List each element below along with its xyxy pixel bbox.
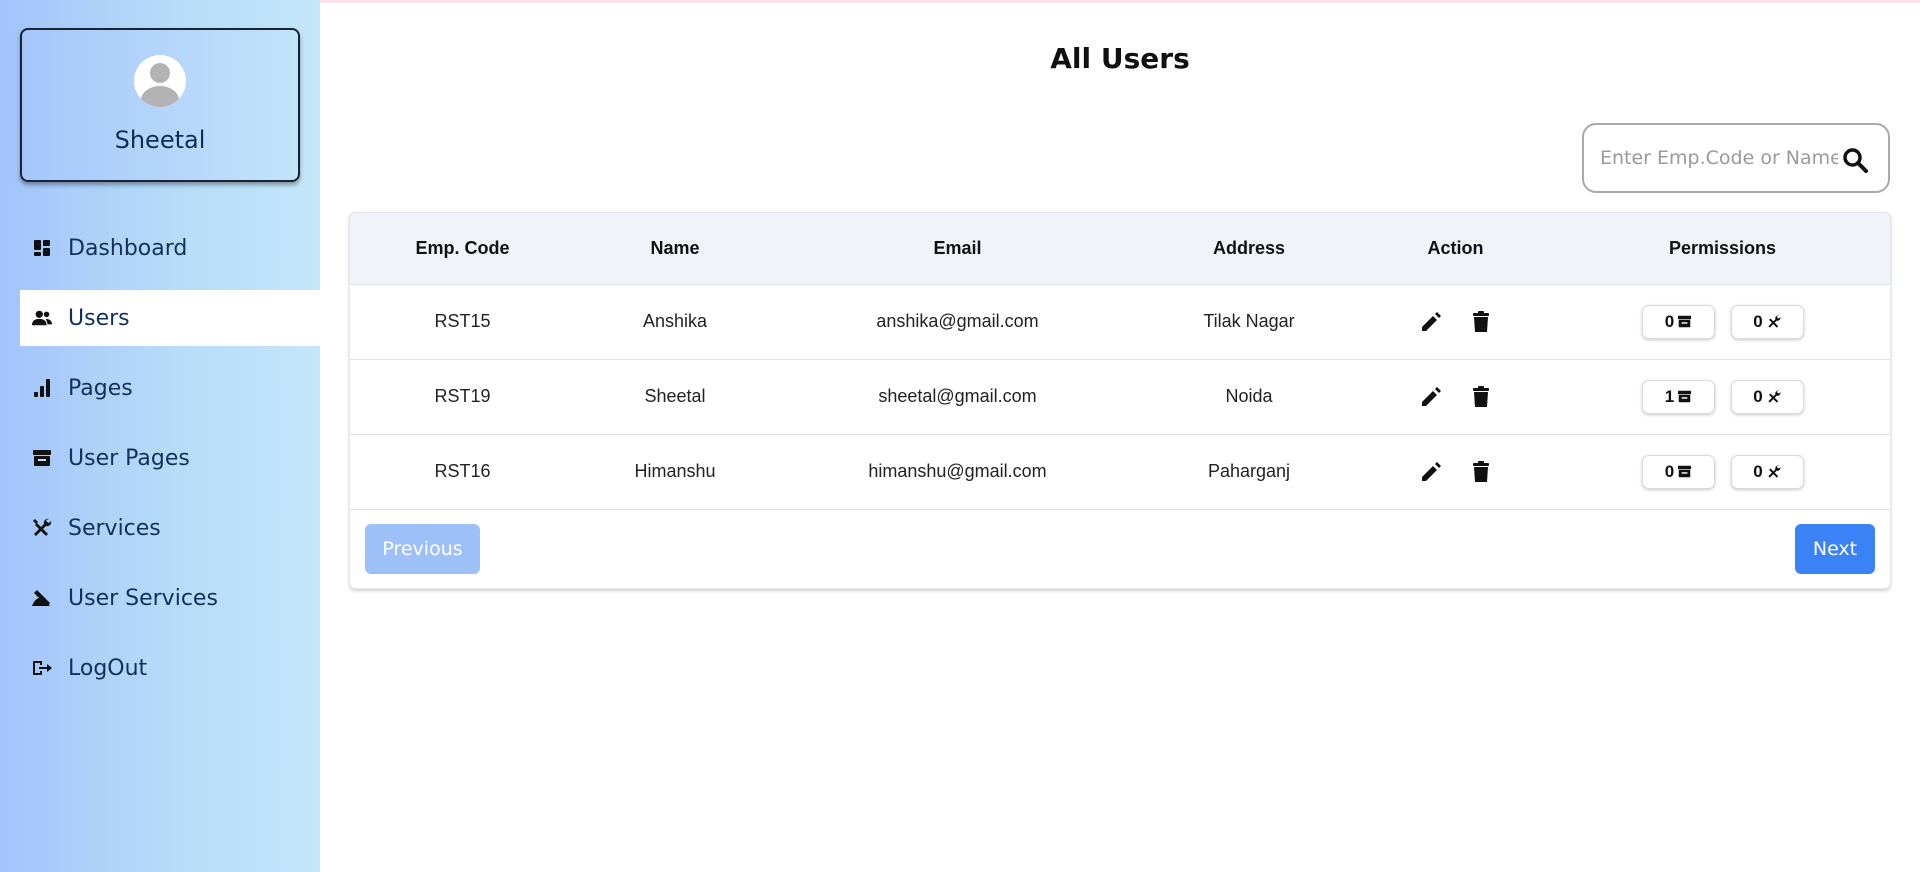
page-permissions-button[interactable]: 0	[1641, 454, 1715, 489]
cell-email: anshika@gmail.com	[876, 311, 1039, 331]
search-input[interactable]	[1600, 147, 1838, 169]
tools-icon	[1768, 390, 1781, 403]
sidebar-item-label: User Pages	[68, 445, 190, 471]
logout-icon	[32, 658, 52, 678]
sidebar-nav: Dashboard Users Pages User Pages Service…	[20, 220, 320, 710]
search-box	[1582, 123, 1890, 193]
sidebar-item-label: Dashboard	[68, 235, 188, 261]
cell-name: Himanshu	[634, 461, 716, 481]
service-permissions-button[interactable]: 0	[1730, 379, 1804, 414]
previous-button[interactable]: Previous	[365, 524, 480, 574]
cell-email: himanshu@gmail.com	[868, 461, 1047, 481]
tools-icon	[1768, 465, 1781, 478]
cell-emp-code: RST19	[434, 386, 491, 406]
column-header-emp-code: Emp. Code	[415, 237, 510, 258]
edit-icon[interactable]	[1417, 308, 1445, 336]
delete-icon[interactable]	[1467, 308, 1495, 336]
dashboard-icon	[32, 238, 52, 258]
tools-icon	[1768, 315, 1781, 328]
sidebar-item-logout[interactable]: LogOut	[20, 640, 320, 696]
archive-icon	[1678, 465, 1692, 478]
delete-icon[interactable]	[1467, 383, 1495, 411]
table-header-row: Emp. Code Name Email Address Action Perm…	[350, 213, 1890, 284]
cell-address: Noida	[1225, 386, 1273, 406]
sidebar-item-services[interactable]: Services	[20, 500, 320, 556]
edit-icon[interactable]	[1417, 458, 1445, 486]
edit-icon[interactable]	[1417, 383, 1445, 411]
sidebar-item-label: User Services	[68, 585, 218, 611]
table-row: RST15 Anshika anshika@gmail.com Tilak Na…	[350, 284, 1890, 359]
table-row: RST19 Sheetal sheetal@gmail.com Noida 1 …	[350, 359, 1890, 434]
sidebar-item-user-services[interactable]: User Services	[20, 570, 320, 626]
sidebar-item-dashboard[interactable]: Dashboard	[20, 220, 320, 276]
column-header-email: Email	[933, 237, 982, 258]
profile-name: Sheetal	[114, 126, 206, 154]
cell-address: Tilak Nagar	[1203, 311, 1295, 331]
cell-email: sheetal@gmail.com	[878, 386, 1037, 406]
sidebar-item-label: Services	[68, 515, 161, 541]
archive-icon	[32, 448, 52, 468]
sidebar-item-label: LogOut	[68, 655, 148, 681]
search-icon[interactable]	[1842, 147, 1868, 173]
archive-icon	[1678, 390, 1692, 403]
page-permission-count: 1	[1664, 386, 1675, 406]
column-header-name: Name	[650, 237, 700, 258]
cell-emp-code: RST15	[434, 311, 491, 331]
page-permission-count: 0	[1664, 311, 1675, 331]
cell-address: Paharganj	[1207, 461, 1291, 481]
profile-card: Sheetal	[20, 28, 300, 182]
sidebar-item-users[interactable]: Users	[20, 290, 320, 346]
service-permissions-button[interactable]: 0	[1730, 304, 1804, 339]
user-tools-icon	[32, 588, 52, 608]
sidebar-item-user-pages[interactable]: User Pages	[20, 430, 320, 486]
page-permissions-button[interactable]: 1	[1641, 379, 1715, 414]
column-header-address: Address	[1212, 237, 1286, 258]
sidebar-item-label: Users	[68, 305, 130, 331]
service-permissions-button[interactable]: 0	[1730, 454, 1804, 489]
column-header-permissions: Permissions	[1668, 237, 1777, 258]
sidebar-item-label: Pages	[68, 375, 133, 401]
column-header-action: Action	[1427, 237, 1484, 258]
archive-icon	[1678, 315, 1692, 328]
cell-emp-code: RST16	[434, 461, 491, 481]
page-permissions-button[interactable]: 0	[1641, 304, 1715, 339]
next-button[interactable]: Next	[1795, 524, 1875, 574]
users-table-card: Emp. Code Name Email Address Action Perm…	[349, 212, 1891, 589]
sidebar: Sheetal Dashboard Users Pages User Pages	[0, 0, 320, 872]
page-permission-count: 0	[1664, 461, 1675, 481]
avatar-icon	[134, 55, 186, 107]
sidebar-item-pages[interactable]: Pages	[20, 360, 320, 416]
service-permission-count: 0	[1753, 311, 1763, 331]
bar-chart-icon	[32, 378, 52, 398]
delete-icon[interactable]	[1467, 458, 1495, 486]
cell-name: Anshika	[642, 311, 708, 331]
users-table: Emp. Code Name Email Address Action Perm…	[350, 213, 1890, 510]
table-row: RST16 Himanshu himanshu@gmail.com Paharg…	[350, 434, 1890, 509]
page-title: All Users	[1050, 42, 1190, 75]
cell-name: Sheetal	[644, 386, 706, 406]
service-permission-count: 0	[1753, 461, 1763, 481]
service-permission-count: 0	[1753, 386, 1763, 406]
users-icon	[32, 308, 52, 328]
tools-icon	[32, 518, 52, 538]
